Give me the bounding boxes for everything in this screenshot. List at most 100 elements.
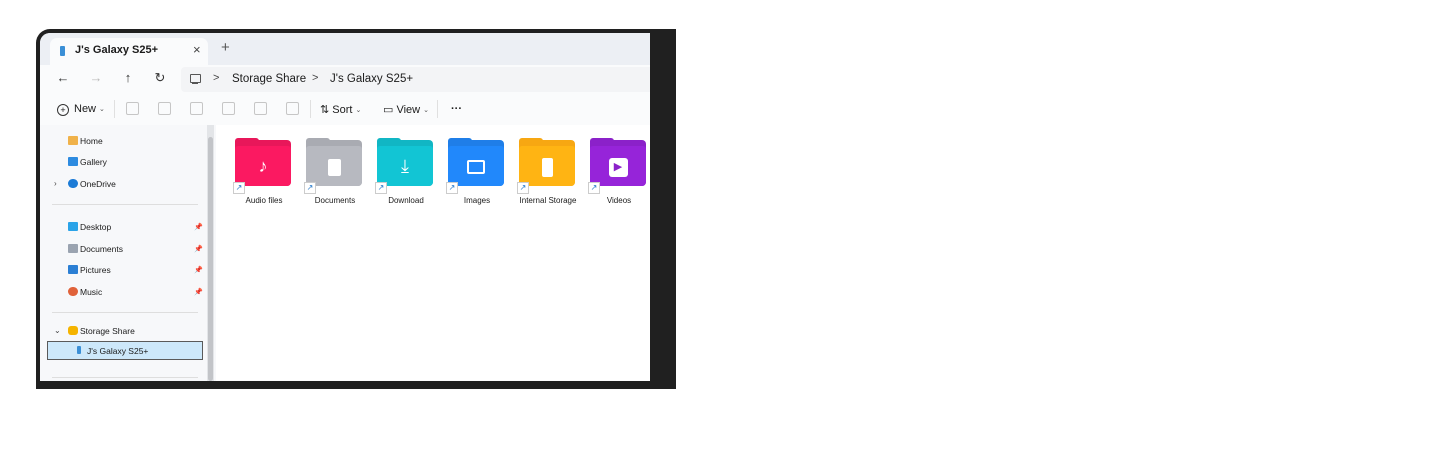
refresh-icon[interactable]: ↻ bbox=[151, 70, 169, 86]
sidebar-item-onedrive[interactable]: OneDrive bbox=[68, 179, 116, 189]
sort-button[interactable]: ⇅ Sort ⌄ bbox=[320, 103, 361, 116]
pin-icon[interactable]: 📌 bbox=[194, 266, 203, 274]
onedrive-icon bbox=[68, 179, 78, 188]
sidebar-item-documents[interactable]: Documents bbox=[68, 244, 123, 254]
sidebar-item-label: Desktop bbox=[80, 222, 112, 232]
music-note-icon: ♪ bbox=[258, 156, 268, 176]
chevron-down-icon[interactable]: ⌄ bbox=[54, 326, 61, 335]
chevron-right-icon[interactable]: > bbox=[312, 72, 318, 84]
folder-tab bbox=[377, 138, 401, 146]
folder-tab bbox=[235, 138, 259, 146]
up-arrow-icon[interactable]: ↑ bbox=[119, 70, 137, 85]
shortcut-arrow-icon: ↗ bbox=[233, 182, 245, 194]
sidebar-item-label: Storage Share bbox=[80, 326, 135, 336]
folder-view: ♪ ↗ Audio files ↗ Documents ⤓ ↗ Download… bbox=[216, 125, 650, 381]
this-pc-stand bbox=[192, 83, 198, 84]
folder-audio-files[interactable]: ♪ ↗ Audio files bbox=[233, 138, 295, 220]
sidebar-item-selected-device[interactable]: J's Galaxy S25+ bbox=[47, 341, 203, 360]
toolbar-divider bbox=[114, 100, 115, 118]
forward-arrow-icon[interactable]: → bbox=[87, 70, 105, 85]
shortcut-arrow-icon: ↗ bbox=[375, 182, 387, 194]
chevron-right-icon[interactable]: > bbox=[213, 72, 219, 84]
play-icon: ▶ bbox=[606, 154, 630, 178]
phone-icon bbox=[77, 346, 81, 354]
chevron-down-icon: ⌄ bbox=[355, 107, 362, 114]
rename-icon[interactable] bbox=[222, 102, 235, 115]
address-row: ← → ↑ ↻ > Storage Share > J's Galaxy S25… bbox=[40, 65, 650, 94]
address-bar[interactable]: > Storage Share > J's Galaxy S25+ bbox=[181, 67, 650, 92]
tab-galaxy[interactable]: J's Galaxy S25+ × bbox=[50, 38, 208, 65]
new-tab-button[interactable]: + bbox=[221, 39, 230, 56]
folder-label: Videos bbox=[606, 196, 632, 205]
sidebar-item-label: Documents bbox=[80, 244, 123, 254]
breadcrumb-storage-share[interactable]: Storage Share bbox=[232, 73, 306, 85]
sidebar-item-home[interactable]: Home bbox=[68, 136, 103, 146]
view-label: View bbox=[396, 104, 421, 116]
sidebar-item-music[interactable]: Music bbox=[68, 287, 102, 297]
image-icon bbox=[464, 154, 488, 178]
plus-circle-icon: + bbox=[57, 104, 69, 116]
view-button[interactable]: ▭ View ⌄ bbox=[383, 103, 429, 116]
paste-icon[interactable] bbox=[190, 102, 203, 115]
folder-tab bbox=[519, 138, 543, 146]
pin-icon[interactable]: 📌 bbox=[194, 223, 203, 231]
storage-share-icon bbox=[68, 326, 78, 335]
sidebar-item-desktop[interactable]: Desktop bbox=[68, 222, 111, 232]
phone-icon bbox=[60, 46, 65, 56]
delete-icon[interactable] bbox=[286, 102, 299, 115]
close-tab-icon[interactable]: × bbox=[193, 42, 201, 57]
shortcut-arrow-icon: ↗ bbox=[304, 182, 316, 194]
shortcut-arrow-icon: ↗ bbox=[446, 182, 458, 194]
folder-download[interactable]: ⤓ ↗ Download bbox=[375, 138, 437, 220]
folder-tab bbox=[306, 138, 330, 146]
pin-icon[interactable]: 📌 bbox=[194, 245, 203, 253]
shortcut-arrow-icon: ↗ bbox=[517, 182, 529, 194]
shortcut-arrow-icon: ↗ bbox=[588, 182, 600, 194]
navigation-pane: Home Gallery › OneDrive Desktop 📌 Docume… bbox=[40, 125, 216, 381]
sort-label: Sort bbox=[332, 104, 353, 116]
file-explorer-window: J's Galaxy S25+ × + ← → ↑ ↻ > Storage Sh… bbox=[40, 33, 650, 381]
sidebar-item-storage-share[interactable]: Storage Share bbox=[68, 326, 135, 336]
more-options-icon[interactable]: ··· bbox=[451, 103, 462, 115]
sidebar-item-label: Pictures bbox=[80, 265, 111, 275]
tab-title: J's Galaxy S25+ bbox=[75, 44, 159, 56]
folder-images[interactable]: ↗ Images bbox=[446, 138, 508, 220]
sidebar-item-label: Gallery bbox=[80, 157, 107, 167]
view-icon: ▭ bbox=[383, 104, 397, 116]
back-arrow-icon[interactable]: ← bbox=[54, 70, 72, 85]
cut-icon[interactable] bbox=[126, 102, 139, 115]
new-label: New bbox=[74, 103, 97, 115]
pictures-icon bbox=[68, 265, 78, 274]
sidebar-item-label: OneDrive bbox=[80, 179, 116, 189]
copy-icon[interactable] bbox=[158, 102, 171, 115]
download-icon: ⤓ bbox=[401, 156, 409, 176]
chevron-down-icon: ⌄ bbox=[99, 106, 105, 113]
sidebar-divider bbox=[52, 377, 198, 378]
folder-documents[interactable]: ↗ Documents bbox=[304, 138, 366, 220]
document-icon bbox=[322, 154, 346, 178]
documents-icon bbox=[68, 244, 78, 253]
desktop-icon bbox=[68, 222, 78, 231]
sidebar-divider bbox=[52, 312, 198, 313]
new-button[interactable]: + New ⌄ bbox=[57, 103, 105, 116]
sort-icon: ⇅ bbox=[320, 104, 333, 116]
music-icon bbox=[68, 287, 78, 296]
command-bar: + New ⌄ ⇅ Sort ⌄ ▭ View ⌄ ··· bbox=[40, 94, 650, 126]
tab-strip: J's Galaxy S25+ × + bbox=[40, 33, 650, 65]
toolbar-divider bbox=[437, 100, 438, 118]
sidebar-item-label: J's Galaxy S25+ bbox=[87, 346, 149, 356]
chevron-right-icon[interactable]: › bbox=[54, 179, 57, 188]
pin-icon[interactable]: 📌 bbox=[194, 288, 203, 296]
folder-internal-storage[interactable]: ↗ Internal Storage bbox=[517, 138, 579, 220]
chevron-down-icon: ⌄ bbox=[423, 107, 429, 114]
sidebar-item-gallery[interactable]: Gallery bbox=[68, 157, 107, 167]
sidebar-scrollbar-thumb[interactable] bbox=[208, 137, 213, 381]
share-icon[interactable] bbox=[254, 102, 267, 115]
breadcrumb-device[interactable]: J's Galaxy S25+ bbox=[330, 73, 413, 85]
toolbar-divider bbox=[310, 100, 311, 118]
folder-tab bbox=[448, 138, 472, 146]
sidebar-item-pictures[interactable]: Pictures bbox=[68, 265, 111, 275]
sidebar-item-label: Music bbox=[80, 287, 103, 297]
sidebar-item-label: Home bbox=[80, 136, 103, 146]
folder-videos[interactable]: ▶ ↗ Videos bbox=[588, 138, 650, 220]
